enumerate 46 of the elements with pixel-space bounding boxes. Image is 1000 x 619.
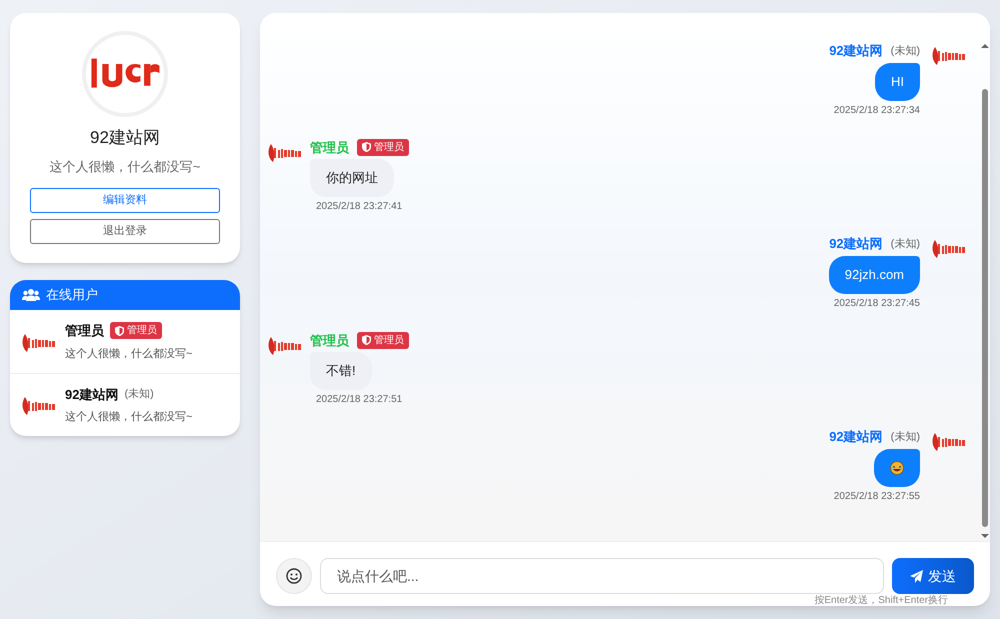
message-bubble: HI	[875, 62, 920, 100]
sender-name: 管理员	[310, 332, 349, 350]
sender-name: 92建站网	[829, 42, 883, 60]
send-button[interactable]: 发送	[892, 558, 974, 594]
smiley-icon	[286, 568, 302, 584]
message-time: 2025/2/18 23:27:34	[834, 104, 920, 118]
scrollbar-thumb[interactable]	[982, 89, 988, 527]
sender-name: 管理员	[310, 138, 349, 156]
message-time: 2025/2/18 23:27:55	[834, 490, 920, 504]
role-label: (未知)	[890, 44, 920, 58]
sender-name: 92建站网	[829, 235, 883, 253]
message-bubble: 不错!	[310, 352, 372, 390]
role-label: (未知)	[890, 430, 920, 444]
scroll-up-icon[interactable]	[981, 43, 989, 49]
scroll-down-icon[interactable]	[981, 533, 989, 539]
online-user-item[interactable]: 92建站网 (未知) 这个人很懒，什么都没写~	[10, 373, 240, 436]
user-bio: 这个人很懒，什么都没写~	[65, 410, 192, 425]
shield-icon	[115, 326, 124, 336]
user-name: 管理员	[65, 322, 104, 340]
message-bubble: 你的网址	[310, 159, 394, 197]
admin-badge: 管理员	[357, 332, 409, 349]
shield-icon	[362, 335, 371, 346]
role-label: (未知)	[890, 236, 920, 252]
message-time: 2025/2/18 23:27:51	[316, 393, 402, 407]
message-input[interactable]: 说点什么吧...	[320, 558, 884, 594]
admin-badge: 管理员	[357, 138, 409, 156]
send-icon	[910, 570, 923, 582]
sender-name: 92建站网	[829, 428, 883, 446]
emoji-button[interactable]	[276, 558, 312, 594]
message-time: 2025/2/18 23:27:45	[834, 296, 920, 310]
shield-icon	[362, 142, 371, 152]
message-time: 2025/2/18 23:27:41	[316, 200, 402, 214]
users-icon	[22, 289, 40, 301]
user-name: 92建站网	[65, 386, 118, 404]
role-label: (未知)	[124, 387, 154, 402]
input-hint: 按Enter发送，Shift+Enter换行	[814, 594, 948, 606]
message-bubble: 92jzh.com	[828, 256, 920, 294]
user-bio: 这个人很懒，什么都没写~	[65, 346, 192, 362]
logout-button[interactable]: 退出登录	[30, 219, 220, 244]
online-users-title: 在线用户	[46, 286, 98, 304]
laughing-face-icon	[890, 460, 904, 474]
online-user-item[interactable]: 管理员 管理员 这个人很懒，什么都没写~	[10, 310, 240, 373]
profile-bio: 这个人很懒，什么都没写~	[50, 158, 200, 176]
edit-profile-button[interactable]: 编辑资料	[30, 188, 220, 213]
profile-name: 92建站网	[90, 127, 160, 149]
admin-badge: 管理员	[110, 322, 162, 340]
